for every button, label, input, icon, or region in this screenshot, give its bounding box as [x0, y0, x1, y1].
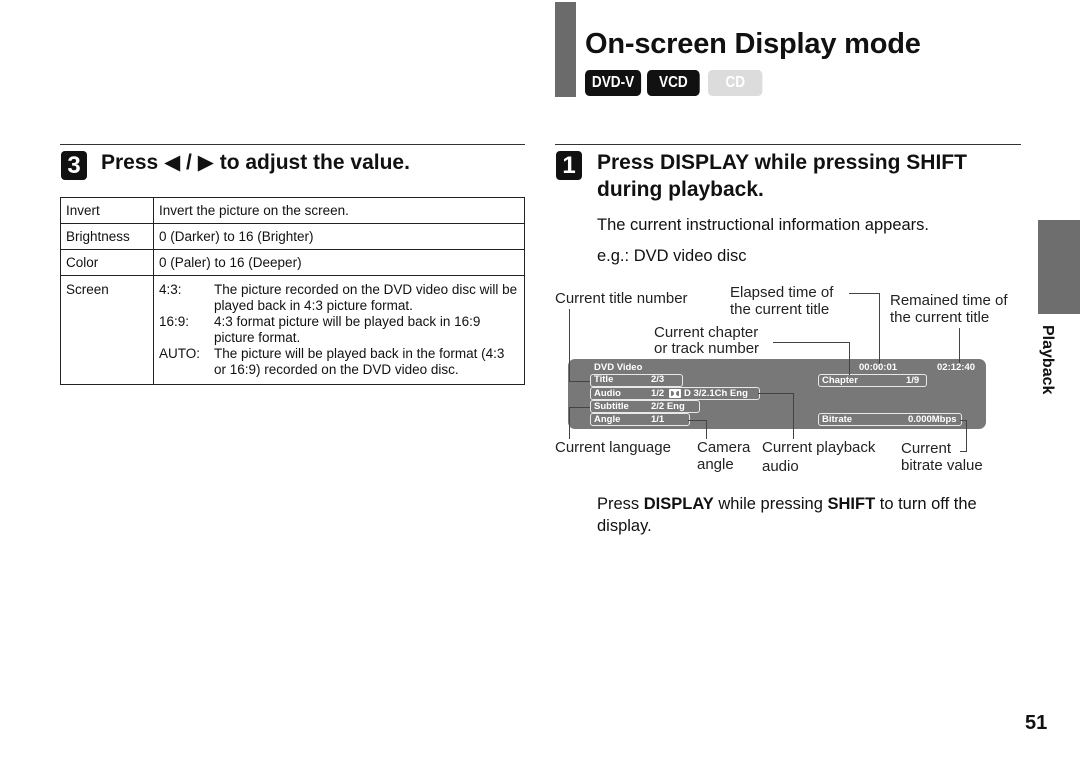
badge-vcd: VCD	[647, 70, 700, 96]
step-number-3: 3	[61, 151, 87, 180]
leader-audio-v	[793, 393, 794, 439]
title-accent-bar	[555, 2, 576, 97]
divider-right	[555, 144, 1021, 145]
divider-left	[60, 144, 525, 145]
osd-subtitle-value: 2/2 Eng	[651, 401, 685, 412]
option-key: 4:3:	[159, 282, 182, 297]
leader-language-v	[569, 407, 570, 439]
shift-key-label: SHIFT	[827, 495, 876, 513]
screen-option: AUTO: The picture will be played back in …	[159, 346, 519, 378]
section-tab-label: Playback	[1039, 325, 1056, 395]
callout-chapter-line2: or track number	[654, 340, 760, 357]
callout-audio-line1: Current playback	[762, 439, 876, 456]
heading-text: to adjust the value.	[213, 151, 410, 174]
setting-value: 4:3: The picture recorded on the DVD vide…	[153, 275, 525, 385]
callout-bitrate-line2: bitrate value	[901, 457, 983, 474]
leader-angle-v	[706, 420, 707, 439]
table-row: Screen 4:3: The picture recorded on the D…	[60, 275, 525, 385]
leader-elapsed-v	[879, 293, 880, 364]
osd-bitrate-label: Bitrate	[822, 414, 853, 425]
left-arrow-icon: ◀	[164, 151, 181, 174]
osd-audio-format: D 3/2.1Ch Eng	[684, 388, 748, 399]
table-row: Color 0 (Paler) to 16 (Deeper)	[60, 249, 525, 276]
screen-option: 16:9: 4:3 format picture will be played b…	[159, 314, 519, 346]
step-heading-display: Press DISPLAY while pressing SHIFT durin…	[597, 151, 967, 201]
display-key-label: DISPLAY	[643, 495, 714, 513]
setting-value: 0 (Darker) to 16 (Brighter)	[153, 223, 525, 250]
instruction-text: while pressing	[713, 495, 828, 513]
osd-subtitle-label: Subtitle	[594, 401, 629, 412]
osd-chapter-label: Chapter	[822, 375, 858, 386]
step-description: The current instructional information ap…	[597, 216, 929, 234]
setting-key: Color	[60, 249, 154, 276]
leader-chapter-h	[773, 342, 849, 343]
screen-option: 4:3: The picture recorded on the DVD vide…	[159, 282, 519, 314]
step-number-1: 1	[556, 151, 582, 180]
setting-key: Invert	[60, 197, 154, 224]
leader-title-v	[569, 309, 570, 381]
callout-bitrate-line1: Current	[901, 440, 952, 457]
option-desc: The picture will be played back in the f…	[214, 346, 505, 377]
osd-title-value: 2/3	[651, 374, 665, 385]
osd-remaining-time: 02:12:40	[937, 362, 976, 373]
table-row: Brightness 0 (Darker) to 16 (Brighter)	[60, 223, 525, 250]
osd-title-label: Title	[594, 374, 614, 385]
leader-bitrate-h2	[960, 451, 966, 452]
leader-remained-v	[959, 328, 960, 363]
leader-title-h	[569, 381, 590, 382]
osd-chapter-value: 1/9	[906, 375, 920, 386]
callout-angle-line2: angle	[697, 456, 734, 473]
badge-dvd-v: DVD-V	[585, 70, 642, 96]
option-key: 16:9:	[159, 314, 190, 329]
callout-remained-line2: the current title	[890, 309, 990, 326]
callout-remained-line1: Remained time of	[890, 292, 1008, 309]
dolby-digital-icon	[669, 389, 681, 398]
osd-angle-value: 1/1	[651, 414, 665, 425]
setting-key: Screen	[60, 275, 154, 385]
leader-audio-h	[758, 393, 793, 394]
page-title: On-screen Display mode	[585, 28, 921, 60]
setting-value: 0 (Paler) to 16 (Deeper)	[153, 249, 525, 276]
instruction-text: Press	[597, 495, 644, 513]
step-heading-adjust: Press ◀ / ▶ to adjust the value.	[101, 149, 410, 176]
callout-title-number: Current title number	[555, 290, 688, 307]
leader-elapsed-h	[849, 293, 879, 294]
osd-audio-value: 1/2	[651, 388, 665, 399]
badge-cd: CD	[708, 70, 763, 96]
callout-elapsed-line1: Elapsed time of	[730, 284, 834, 301]
page-number: 51	[1025, 712, 1048, 734]
setting-value: Invert the picture on the screen.	[153, 197, 525, 224]
leader-bitrate-v	[966, 420, 967, 452]
leader-angle-h	[688, 420, 706, 421]
callout-language: Current language	[555, 439, 671, 456]
section-tab	[1038, 220, 1080, 314]
leader-language-h	[569, 407, 590, 408]
option-desc: The picture recorded on the DVD video di…	[214, 282, 518, 313]
right-arrow-icon: ▶	[197, 151, 214, 174]
option-key: AUTO:	[159, 346, 201, 361]
osd-audio-label: Audio	[594, 388, 621, 399]
leader-chapter-v	[849, 342, 850, 375]
settings-table: Invert Invert the picture on the screen.…	[60, 197, 525, 385]
heading-text: Press	[101, 151, 165, 174]
example-label: e.g.: DVD video disc	[597, 247, 747, 265]
osd-angle-label: Angle	[594, 414, 621, 425]
callout-elapsed-line2: the current title	[730, 301, 830, 318]
callout-audio-line2: audio	[762, 458, 799, 475]
callout-angle-line1: Camera	[697, 439, 751, 456]
setting-key: Brightness	[60, 223, 154, 250]
option-desc: 4:3 format picture will be played back i…	[214, 314, 481, 345]
turn-off-instruction: Press DISPLAY while pressing SHIFT to tu…	[597, 493, 1017, 537]
osd-bitrate-value: 0.000Mbps	[908, 414, 957, 425]
osd-disc-type: DVD Video	[594, 362, 643, 373]
callout-chapter-line1: Current chapter	[654, 324, 759, 341]
heading-separator: /	[180, 151, 198, 174]
table-row: Invert Invert the picture on the screen.	[60, 197, 525, 224]
